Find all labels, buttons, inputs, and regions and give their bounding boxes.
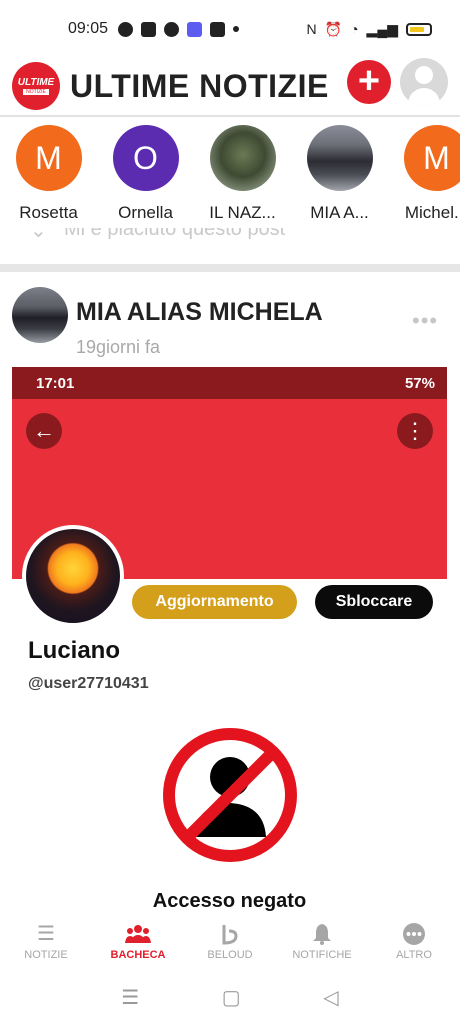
access-denied-text: Accesso negato xyxy=(152,890,307,912)
nav-beloud[interactable]: BELOUD xyxy=(184,912,276,970)
recents-icon[interactable]: ☰ xyxy=(121,985,139,1010)
app-logo[interactable]: ULTIME NOTIZIE xyxy=(12,62,60,110)
status-right: N ⏰ ◔ ▂▄▆ xyxy=(307,21,432,38)
story-name: Rosetta xyxy=(19,203,78,222)
story-avatar-photo xyxy=(306,125,373,191)
post-author[interactable]: MIA ALIAS MICHELA xyxy=(76,298,323,327)
image-battery: 57% xyxy=(404,374,435,392)
story-avatar: M xyxy=(403,125,460,191)
bottom-nav: ☰ NOTIZIE BACHECA BELOUD NOTIFICHE ALTRO xyxy=(0,912,460,970)
back-icon[interactable]: ◁ xyxy=(323,985,338,1010)
logo-subtext: NOTIZIE xyxy=(23,88,49,95)
more-notifications-dot-icon xyxy=(233,26,240,32)
trash-icon xyxy=(141,21,157,37)
story-item[interactable]: M Rosetta xyxy=(0,120,97,230)
story-avatar: O xyxy=(112,125,179,191)
people-icon xyxy=(125,922,151,946)
nav-label: NOTIFICHE xyxy=(292,948,352,961)
story-name: MIA A... xyxy=(310,203,369,222)
sunset-profile-picture xyxy=(22,525,124,627)
nav-label: ALTRO xyxy=(396,948,432,961)
nav-notifiche[interactable]: NOTIFICHE xyxy=(276,912,368,970)
story-name: IL NAZ... xyxy=(209,203,276,222)
app-notification-icon xyxy=(118,21,134,37)
stories-row[interactable]: M Rosetta O Ornella IL NAZ... MIA A... M… xyxy=(0,120,460,230)
shield-icon xyxy=(210,21,226,37)
system-nav-bar: ☰ ▢ ◁ xyxy=(0,970,460,1024)
battery-icon xyxy=(406,22,432,36)
liked-post-text: Mi e piaciuto questo post xyxy=(64,228,286,240)
nav-label: NOTIZIE xyxy=(24,948,68,961)
nav-altro[interactable]: ALTRO xyxy=(368,912,460,970)
add-button[interactable]: + xyxy=(347,60,391,104)
kebab-menu-icon: ⋮ xyxy=(397,413,433,449)
access-denied-icon xyxy=(163,728,297,862)
status-bar: 09:05 N ⏰ ◔ ▂▄▆ xyxy=(0,0,460,58)
story-avatar-photo xyxy=(209,125,276,191)
signal-icon: ▂▄▆ xyxy=(366,20,398,37)
beloud-icon xyxy=(220,922,240,946)
app-bar: ULTIME NOTIZIE ULTIME NOTIZIE + xyxy=(0,58,460,114)
chevron-down-icon: ⌄ xyxy=(30,228,47,242)
section-separator xyxy=(0,264,460,272)
back-arrow-icon: ← xyxy=(26,413,62,449)
previous-post-footer: ⌄ Mi e piaciuto questo post xyxy=(0,228,460,250)
divider xyxy=(0,115,460,117)
bell-icon xyxy=(312,922,332,946)
nav-label: BELOUD xyxy=(207,948,253,961)
profile-username: @user27710431 xyxy=(28,675,149,692)
nav-label: BACHECA xyxy=(110,948,166,961)
post-image[interactable]: 17:01 57% ← ⋮ Aggiornamento Sbloccare Lu… xyxy=(12,367,447,912)
story-name: Ornella xyxy=(118,203,173,222)
user-avatar[interactable] xyxy=(400,58,448,106)
story-avatar: M xyxy=(15,125,82,191)
story-name: Michel... xyxy=(404,203,460,222)
list-icon: ☰ xyxy=(37,923,55,945)
more-icon xyxy=(402,922,426,946)
nav-notizie[interactable]: ☰ NOTIZIE xyxy=(0,912,92,970)
story-item[interactable]: O Ornella xyxy=(97,120,194,230)
nfc-icon: N xyxy=(306,21,317,37)
notification-icons xyxy=(118,21,240,37)
post-author-avatar[interactable] xyxy=(12,287,68,343)
app-title: ULTIME NOTIZIE xyxy=(70,67,329,104)
image-status-bar: 17:01 57% xyxy=(12,367,447,399)
image-status-time: 17:01 xyxy=(36,374,75,392)
story-item[interactable]: M Michel... xyxy=(388,120,460,230)
post-more-icon[interactable]: ••• xyxy=(412,308,438,334)
alarm-icon: ⏰ xyxy=(324,20,343,37)
logo-text: ULTIME xyxy=(17,76,55,88)
story-item[interactable]: MIA A... xyxy=(291,120,388,230)
profile-name: Luciano xyxy=(28,637,121,664)
home-icon[interactable]: ▢ xyxy=(222,985,241,1010)
cloud-icon xyxy=(187,21,203,37)
status-left: 09:05 xyxy=(68,20,240,38)
update-button: Aggiornamento xyxy=(132,585,297,619)
status-time: 09:05 xyxy=(68,20,109,37)
story-item[interactable]: IL NAZ... xyxy=(194,120,291,230)
chrome-icon xyxy=(164,21,180,37)
nav-bacheca[interactable]: BACHECA xyxy=(92,912,184,970)
post-time: 19giorni fa xyxy=(76,337,161,357)
unblock-button: Sbloccare xyxy=(315,585,433,619)
wifi-icon: ◔ xyxy=(350,21,359,37)
